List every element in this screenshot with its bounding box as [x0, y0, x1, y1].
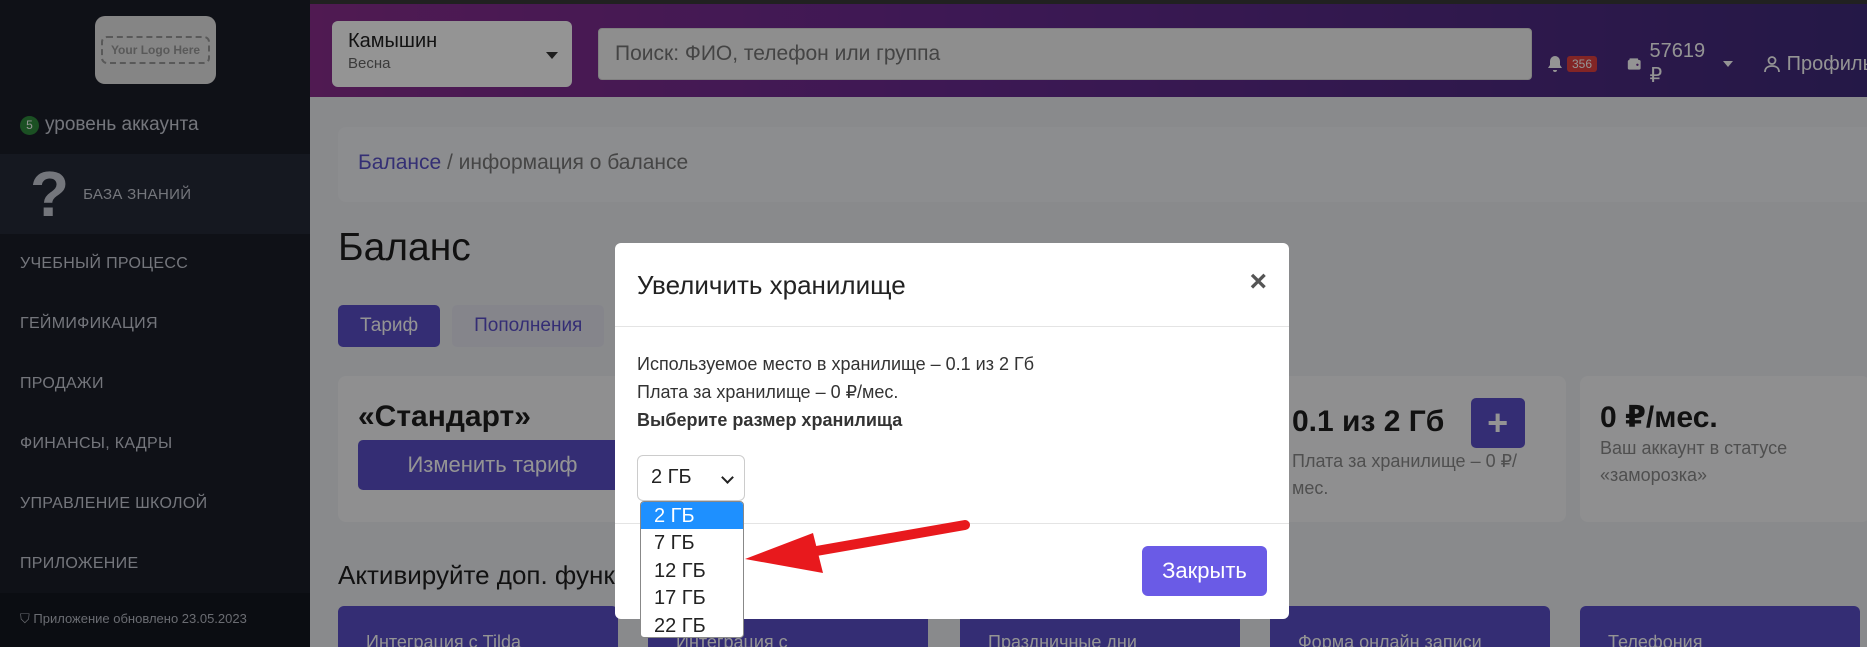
annotation-arrow-icon — [745, 520, 970, 573]
option-17gb[interactable]: 17 ГБ — [641, 584, 743, 611]
option-2gb[interactable]: 2 ГБ — [641, 502, 743, 530]
option-22gb[interactable]: 22 ГБ — [641, 612, 743, 637]
storage-fee-text: Плата за хранилище – 0 ₽/мес. — [637, 381, 899, 402]
modal-title: Увеличить хранилище — [637, 270, 906, 300]
storage-size-options: 2 ГБ 7 ГБ 12 ГБ 17 ГБ 22 ГБ — [640, 501, 744, 638]
choose-size-label: Выберите размер хранилища — [637, 409, 903, 430]
option-12gb[interactable]: 12 ГБ — [641, 557, 743, 584]
close-icon[interactable]: × — [1249, 267, 1267, 297]
modal-header: Увеличить хранилище × — [615, 243, 1289, 327]
storage-size-select[interactable]: 2 ГБ — [637, 455, 745, 501]
close-button[interactable]: Закрыть — [1142, 546, 1267, 596]
storage-size-selected: 2 ГБ — [651, 466, 692, 488]
chevron-down-icon — [721, 471, 734, 484]
option-7gb[interactable]: 7 ГБ — [641, 529, 743, 556]
modal-body: Используемое место в хранилище – 0.1 из … — [615, 327, 1289, 459]
storage-used-text: Используемое место в хранилище – 0.1 из … — [637, 354, 1035, 374]
